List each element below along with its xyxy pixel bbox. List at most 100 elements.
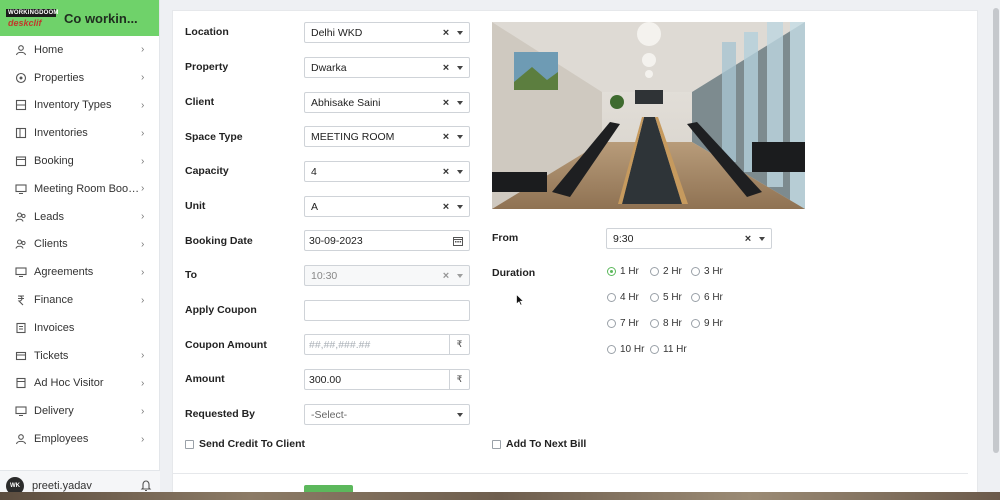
- duration-option-9hr[interactable]: 9 Hr: [691, 318, 723, 329]
- duration-option-8hr[interactable]: 8 Hr: [650, 318, 682, 329]
- add-to-next-bill-checkbox-row[interactable]: Add To Next Bill: [492, 438, 586, 450]
- chevron-down-icon[interactable]: [451, 66, 469, 70]
- radio-button[interactable]: [650, 345, 659, 354]
- duration-option-7hr[interactable]: 7 Hr: [607, 318, 639, 329]
- duration-option-6hr[interactable]: 6 Hr: [691, 292, 723, 303]
- chevron-down-icon[interactable]: [753, 237, 771, 241]
- sidebar-item-inventory-types[interactable]: Inventory Types ›: [0, 92, 159, 120]
- send-credit-checkbox[interactable]: [185, 439, 194, 449]
- add-to-next-bill-label: Add To Next Bill: [506, 438, 587, 450]
- bell-icon[interactable]: [140, 479, 154, 493]
- sidebar-item-booking[interactable]: Booking ›: [0, 147, 159, 175]
- send-credit-label: Send Credit To Client: [199, 438, 305, 450]
- unit-select[interactable]: A ×: [304, 196, 470, 217]
- radio-button[interactable]: [691, 293, 700, 302]
- space-type-label: Space Type: [185, 131, 243, 143]
- booking-date-input[interactable]: 30-09-2023: [304, 230, 470, 251]
- chevron-right-icon: ›: [141, 127, 145, 139]
- chevron-down-icon[interactable]: [451, 31, 469, 35]
- chevron-down-icon[interactable]: [451, 205, 469, 209]
- add-to-next-bill-checkbox[interactable]: [492, 439, 501, 449]
- to-time-value: 10:30: [311, 269, 338, 282]
- send-credit-checkbox-row[interactable]: Send Credit To Client: [185, 438, 305, 450]
- radio-button[interactable]: [691, 319, 700, 328]
- sidebar-item-label: Invoices: [34, 321, 75, 334]
- clear-icon[interactable]: ×: [441, 27, 451, 39]
- clear-icon[interactable]: ×: [441, 131, 451, 143]
- clear-icon[interactable]: ×: [743, 233, 753, 245]
- duration-option-3hr[interactable]: 3 Hr: [691, 266, 723, 277]
- radio-button[interactable]: [650, 319, 659, 328]
- radio-button[interactable]: [607, 319, 616, 328]
- radio-button[interactable]: [607, 267, 616, 276]
- chevron-down-icon[interactable]: [451, 274, 469, 278]
- duration-option-label: 5 Hr: [663, 292, 682, 303]
- sidebar-item-ad-hoc-visitor[interactable]: Ad Hoc Visitor ›: [0, 370, 159, 398]
- chevron-right-icon: ›: [141, 155, 145, 167]
- sidebar-item-delivery[interactable]: Delivery ›: [0, 397, 159, 425]
- radio-button[interactable]: [650, 293, 659, 302]
- property-label: Property: [185, 61, 229, 73]
- clear-icon[interactable]: ×: [441, 166, 451, 178]
- radio-button[interactable]: [607, 345, 616, 354]
- sidebar-item-label: Leads: [34, 210, 64, 223]
- clear-icon[interactable]: ×: [441, 270, 451, 282]
- duration-option-10hr[interactable]: 10 Hr: [607, 344, 644, 355]
- username: preeti.yadav: [32, 479, 92, 492]
- sidebar-item-inventories[interactable]: Inventories ›: [0, 119, 159, 147]
- duration-option-11hr[interactable]: 11 Hr: [650, 344, 687, 355]
- meeting-room-photo: [492, 22, 805, 209]
- sidebar-item-label: Booking: [34, 155, 74, 168]
- amount-input[interactable]: 300.00 ₹: [304, 369, 470, 390]
- apply-coupon-input[interactable]: [304, 300, 470, 321]
- sidebar-item-clients[interactable]: Clients ›: [0, 231, 159, 259]
- chevron-right-icon: ›: [141, 99, 145, 111]
- meeting-room-image: [492, 22, 805, 209]
- sidebar-item-leads[interactable]: Leads ›: [0, 203, 159, 231]
- radio-button[interactable]: [650, 267, 659, 276]
- sidebar-item-invoices[interactable]: Invoices: [0, 314, 159, 342]
- requested-by-select[interactable]: -Select-: [304, 404, 470, 425]
- sidebar-item-agreements[interactable]: Agreements ›: [0, 258, 159, 286]
- capacity-value: 4: [311, 165, 317, 178]
- employees-icon: [14, 432, 28, 446]
- chevron-down-icon[interactable]: [451, 413, 469, 417]
- brand-header[interactable]: WORKINGDOOM deskclif Co workin...: [0, 0, 159, 36]
- sidebar-item-finance[interactable]: Finance ›: [0, 286, 159, 314]
- duration-option-5hr[interactable]: 5 Hr: [650, 292, 682, 303]
- capacity-select[interactable]: 4 ×: [304, 161, 470, 182]
- coupon-amount-input[interactable]: ##,##,###.## ₹: [304, 334, 470, 355]
- chevron-down-icon[interactable]: [451, 101, 469, 105]
- duration-option-4hr[interactable]: 4 Hr: [607, 292, 639, 303]
- home-icon: [14, 43, 28, 57]
- radio-button[interactable]: [691, 267, 700, 276]
- clear-icon[interactable]: ×: [441, 97, 451, 109]
- sidebar-item-meeting-room-booking[interactable]: Meeting Room Book... ›: [0, 175, 159, 203]
- chevron-down-icon[interactable]: [451, 170, 469, 174]
- to-time-select[interactable]: 10:30 ×: [304, 265, 470, 286]
- clear-icon[interactable]: ×: [441, 201, 451, 213]
- sidebar-item-label: Inventories: [34, 127, 88, 140]
- clear-icon[interactable]: ×: [441, 62, 451, 74]
- sidebar-item-properties[interactable]: Properties ›: [0, 64, 159, 92]
- client-value: Abhisake Saini: [311, 96, 381, 109]
- sidebar-item-home[interactable]: Home ›: [0, 36, 159, 64]
- client-select[interactable]: Abhisake Saini ×: [304, 92, 470, 113]
- duration-option-2hr[interactable]: 2 Hr: [650, 266, 682, 277]
- from-time-select[interactable]: 9:30 ×: [606, 228, 772, 249]
- unit-value: A: [311, 200, 319, 213]
- sidebar-item-employees[interactable]: Employees ›: [0, 425, 159, 453]
- location-select[interactable]: Delhi WKD ×: [304, 22, 470, 43]
- page-scrollbar[interactable]: [993, 8, 999, 453]
- property-select[interactable]: Dwarka ×: [304, 57, 470, 78]
- duration-option-1hr[interactable]: 1 Hr: [607, 266, 639, 277]
- calendar-icon[interactable]: [447, 236, 469, 246]
- space-type-select[interactable]: MEETING ROOM ×: [304, 126, 470, 147]
- chevron-right-icon: ›: [141, 238, 145, 250]
- radio-button[interactable]: [607, 293, 616, 302]
- finance-icon: [14, 293, 28, 307]
- sidebar-item-label: Clients: [34, 238, 68, 251]
- sidebar-item-tickets[interactable]: Tickets ›: [0, 342, 159, 370]
- chevron-down-icon[interactable]: [451, 135, 469, 139]
- rupee-icon: ₹: [449, 370, 469, 389]
